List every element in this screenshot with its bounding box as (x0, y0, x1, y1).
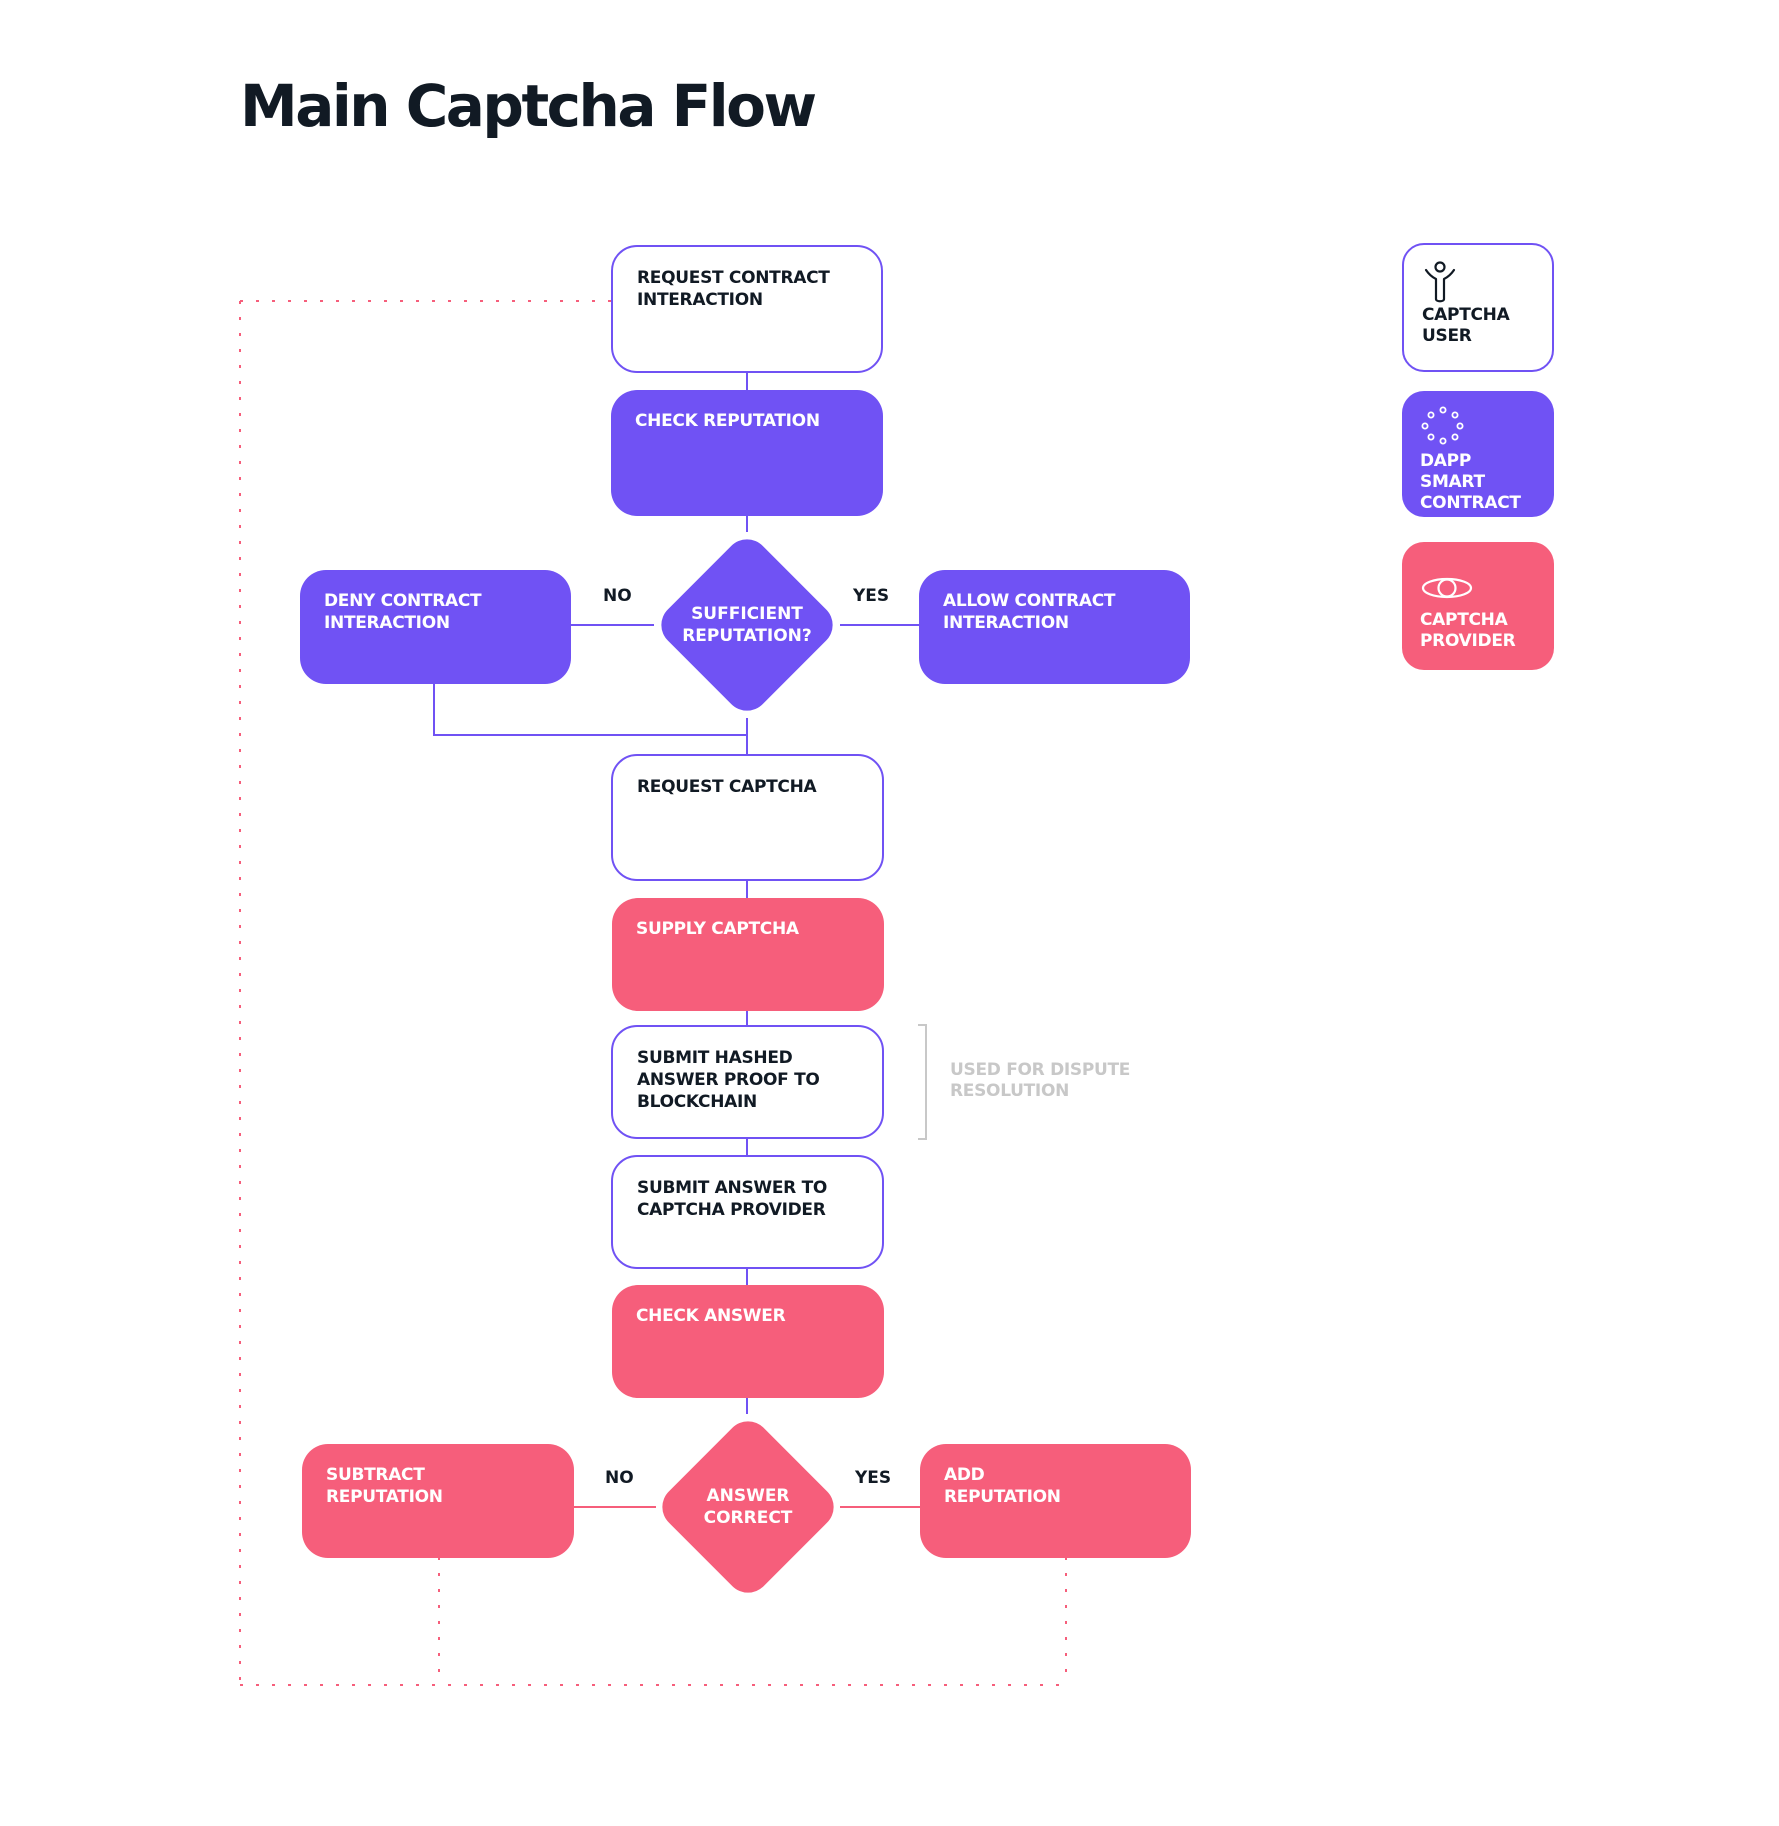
node-label: ALLOW CONTRACT INTERACTION (943, 591, 1116, 633)
legend-label: CAPTCHA USER (1422, 305, 1510, 346)
node-label: REQUEST CAPTCHA (637, 777, 817, 797)
node-label: CHECK ANSWER (636, 1306, 786, 1326)
edge-label-no: NO (605, 1468, 634, 1488)
node-label: SUPPLY CAPTCHA (636, 919, 799, 939)
edge-label-yes: YES (853, 586, 890, 606)
dots-circle-icon (1420, 405, 1536, 451)
decision-label: ANSWER CORRECT (703, 1486, 793, 1528)
node-check-answer[interactable]: CHECK ANSWER (612, 1285, 884, 1398)
edge-label-yes: YES (855, 1468, 892, 1488)
node-allow-contract-interaction[interactable]: ALLOW CONTRACT INTERACTION (919, 570, 1190, 684)
node-label: REQUEST CONTRACT INTERACTION (637, 268, 830, 310)
node-deny-contract-interaction[interactable]: DENY CONTRACT INTERACTION (300, 570, 571, 684)
node-check-reputation[interactable]: CHECK REPUTATION (611, 390, 883, 516)
node-subtract-reputation[interactable]: SUBTRACT REPUTATION (302, 1444, 574, 1558)
legend-dapp-smart-contract: DAPP SMART CONTRACT (1402, 391, 1554, 517)
node-label: SUBTRACT REPUTATION (326, 1465, 443, 1507)
decision-answer-correct[interactable]: ANSWER CORRECT (653, 1412, 843, 1602)
person-icon (1422, 259, 1534, 305)
node-label: SUBMIT ANSWER TO CAPTCHA PROVIDER (637, 1178, 828, 1220)
node-label: DENY CONTRACT INTERACTION (324, 591, 482, 633)
dispute-bracket (918, 1024, 927, 1140)
eye-icon (1420, 576, 1536, 610)
node-supply-captcha[interactable]: SUPPLY CAPTCHA (612, 898, 884, 1011)
node-label: SUBMIT HASHED ANSWER PROOF TO BLOCKCHAIN (637, 1048, 820, 1112)
node-request-captcha[interactable]: REQUEST CAPTCHA (611, 754, 884, 881)
node-add-reputation[interactable]: ADD REPUTATION (920, 1444, 1191, 1558)
node-label: CHECK REPUTATION (635, 411, 820, 431)
legend-captcha-provider: CAPTCHA PROVIDER (1402, 542, 1554, 670)
dispute-resolution-note: USED FOR DISPUTE RESOLUTION (950, 1060, 1131, 1101)
node-request-contract-interaction[interactable]: REQUEST CONTRACT INTERACTION (611, 245, 883, 373)
legend-label: CAPTCHA PROVIDER (1420, 610, 1516, 651)
edge-label-no: NO (603, 586, 632, 606)
decision-sufficient-reputation[interactable]: SUFFICIENT REPUTATION? (652, 530, 842, 720)
legend-label: DAPP SMART CONTRACT (1420, 451, 1521, 513)
legend-captcha-user: CAPTCHA USER (1402, 243, 1554, 372)
decision-label: SUFFICIENT REPUTATION? (682, 604, 812, 646)
node-label: ADD REPUTATION (944, 1465, 1061, 1507)
node-submit-hashed-answer-proof[interactable]: SUBMIT HASHED ANSWER PROOF TO BLOCKCHAIN (611, 1025, 884, 1139)
node-submit-answer[interactable]: SUBMIT ANSWER TO CAPTCHA PROVIDER (611, 1155, 884, 1269)
